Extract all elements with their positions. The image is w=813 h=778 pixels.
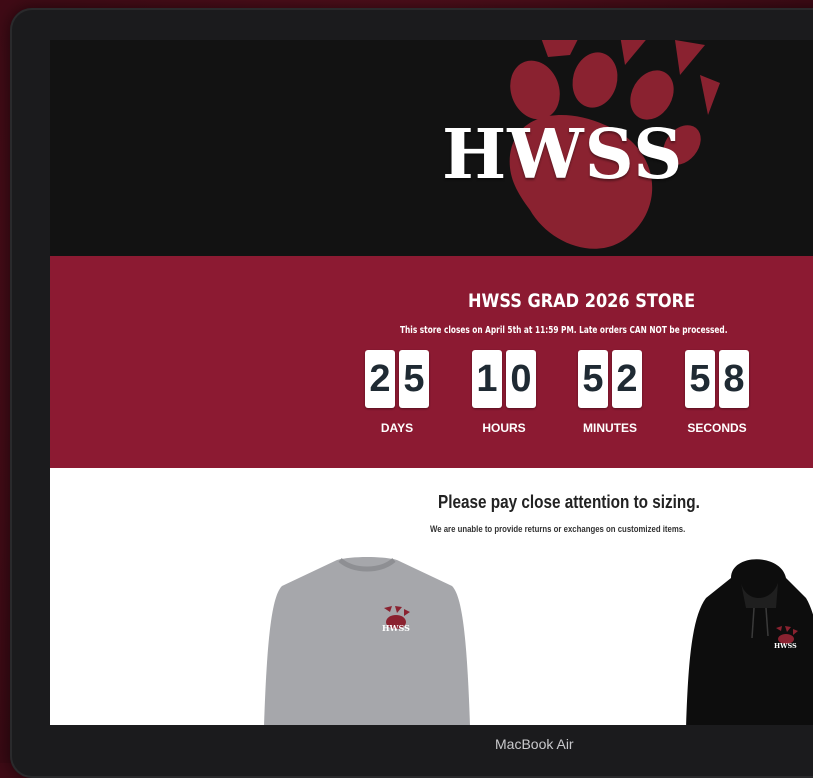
countdown-days: 2 5 DAYS: [365, 350, 455, 435]
device-caption: MacBook Air: [495, 736, 574, 752]
product-grey-crewneck[interactable]: HWSS: [262, 556, 472, 725]
sizing-title: Please pay close attention to sizing.: [438, 492, 700, 512]
header-banner: HWSS: [50, 40, 813, 256]
countdown-label: SECONDS: [687, 421, 747, 435]
countdown-digit: 8: [719, 350, 749, 408]
crewneck-print: HWSS: [382, 623, 410, 633]
countdown-digit: 5: [399, 350, 429, 408]
sizing-section: Please pay close attention to sizing. We…: [50, 468, 813, 725]
countdown-label: HOURS: [482, 421, 526, 435]
countdown-label: DAYS: [380, 421, 414, 435]
laptop-frame: HWSS HWSS GRAD 2026 STORE This store clo…: [10, 8, 813, 778]
countdown-digit: 0: [506, 350, 536, 408]
hoodie-print: HWSS: [774, 642, 797, 650]
countdown-digit: 5: [685, 350, 715, 408]
store-closing-note: This store closes on April 5th at 11:59 …: [400, 325, 728, 336]
countdown-digit: 2: [612, 350, 642, 408]
sizing-note: We are unable to provide returns or exch…: [430, 524, 686, 535]
countdown-hours: 1 0 HOURS: [472, 350, 562, 435]
countdown-label: MINUTES: [583, 421, 637, 435]
logo-text: HWSS: [442, 115, 684, 195]
countdown-seconds: 5 8 SECONDS: [685, 350, 775, 435]
store-title: HWSS GRAD 2026 STORE: [468, 290, 696, 312]
countdown-minutes: 5 2 MINUTES: [578, 350, 668, 435]
countdown-digit: 1: [472, 350, 502, 408]
store-countdown-section: HWSS GRAD 2026 STORE This store closes o…: [50, 256, 813, 468]
product-black-hoodie[interactable]: HWSS: [686, 548, 813, 725]
browser-screen: HWSS HWSS GRAD 2026 STORE This store clo…: [50, 40, 813, 725]
countdown-digit: 2: [365, 350, 395, 408]
countdown-digit: 5: [578, 350, 608, 408]
